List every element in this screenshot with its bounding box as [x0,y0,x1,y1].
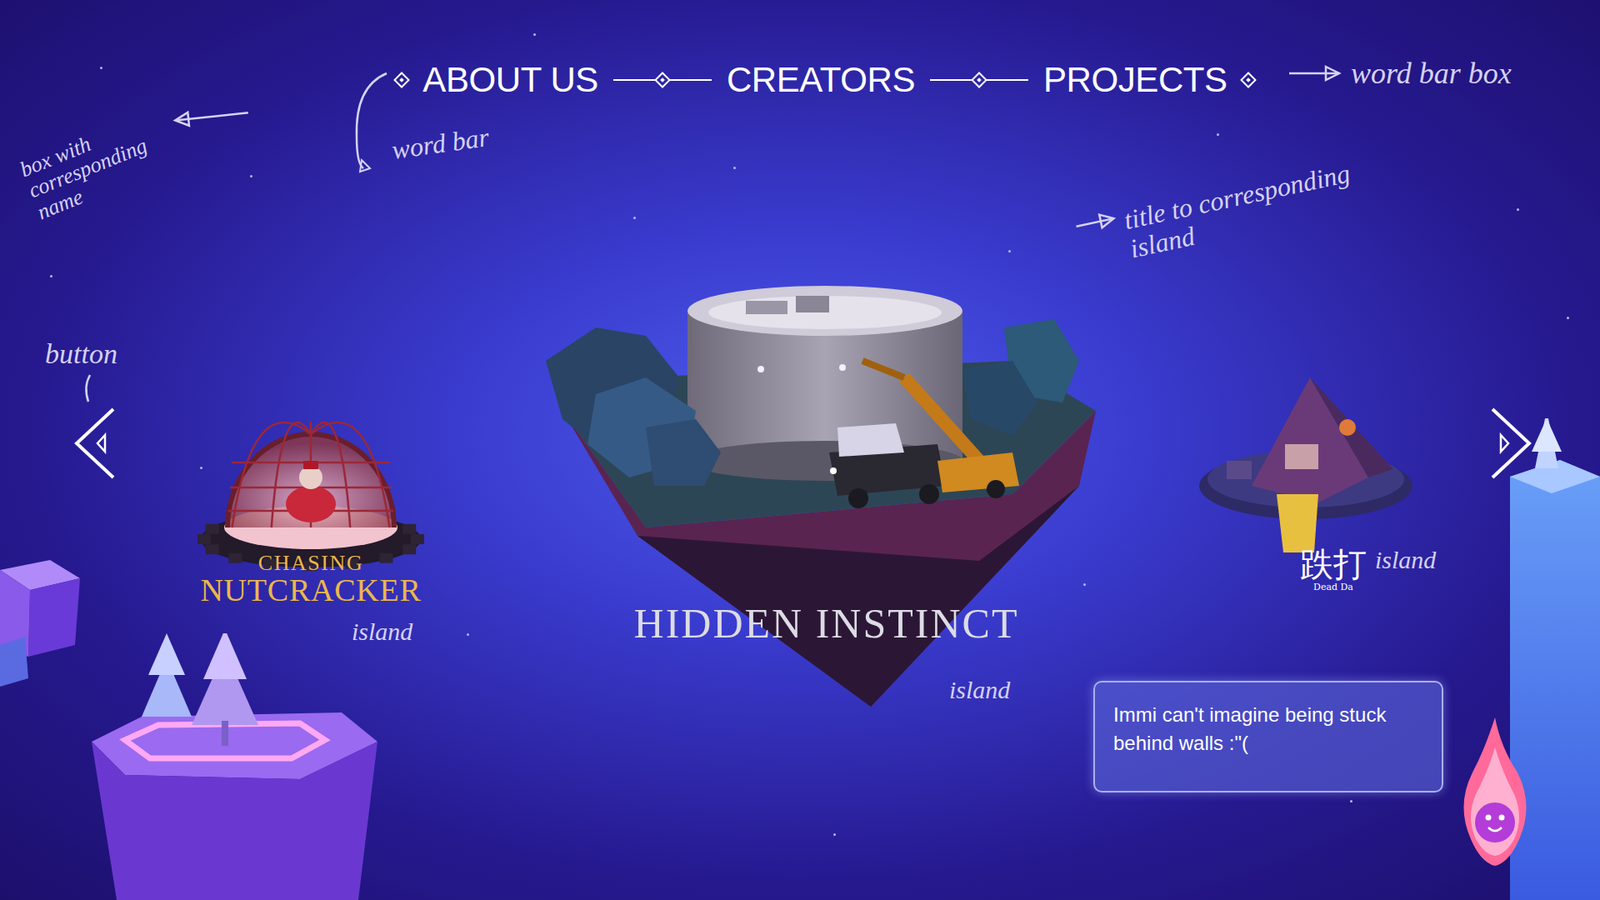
island-card[interactable]: HIDDEN INSTINCT island [545,285,1107,715]
star [50,275,53,278]
arrow-right-icon [1072,208,1120,237]
nav-separator [930,74,1029,86]
nav-diamond [654,71,671,89]
star [250,175,253,178]
island-title: CHASINGNUTCRACKER [188,552,434,606]
nav-link[interactable]: CREATORS [726,58,915,102]
nav-link[interactable]: ABOUT US [422,58,599,102]
star [533,33,536,36]
star [466,633,470,636]
dome-island-icon [188,354,434,580]
star [1566,316,1570,320]
island-card[interactable]: 跌打Dead Daisland [1193,369,1419,628]
floating-cubes-icon [0,553,80,695]
star [833,833,836,836]
nav-diamond [970,71,988,89]
star [733,166,736,170]
tick-icon [81,373,94,404]
projects-page: ABOUT US CREATORS PROJECTS CHASINGNUTCRACKE… [0,0,1600,900]
island-note: island [351,619,413,645]
star [1083,583,1086,586]
arrow-right-icon [1287,63,1343,84]
star [1516,208,1520,211]
annotation: word bar box [1287,58,1512,89]
annotation: word bar [390,123,490,164]
island-card[interactable]: CHASINGNUTCRACKER island [188,354,434,655]
island-carousel: CHASINGNUTCRACKER island HIDDEN INSTINCT is… [0,285,1600,715]
annotation: button [45,340,118,369]
pillar-icon [1510,418,1600,900]
chevron-right-icon [1487,405,1535,481]
nav-diamond [393,71,410,89]
star [1350,800,1353,803]
annotation: box with corresponding name [16,95,205,225]
nav-separator [613,74,712,86]
star [1216,133,1220,136]
arrow-left-icon [170,102,251,131]
flame-mascot-icon[interactable] [1459,714,1531,873]
star [200,466,203,470]
hangar-island-icon [545,285,1107,715]
star [633,216,636,220]
prev-button[interactable] [71,405,119,481]
island-title: HIDDEN INSTINCT [545,602,1107,645]
tent-island-icon [1193,369,1419,553]
bracket-icon [350,70,390,175]
island-title: 跌打Dead Da [1300,547,1367,592]
chevron-left-icon [71,405,119,481]
next-button[interactable] [1487,405,1535,481]
star [100,66,103,70]
floating-island-icon [91,633,378,900]
nav-diamond [1240,71,1257,89]
annotation: title to corresponding island [1072,147,1411,275]
island-note: island [1375,547,1436,573]
speech-bubble: Immi can't imagine being stuck behind wa… [1093,680,1444,793]
island-note: island [949,677,1010,703]
star [1008,250,1011,253]
nav-link[interactable]: PROJECTS [1043,58,1228,102]
